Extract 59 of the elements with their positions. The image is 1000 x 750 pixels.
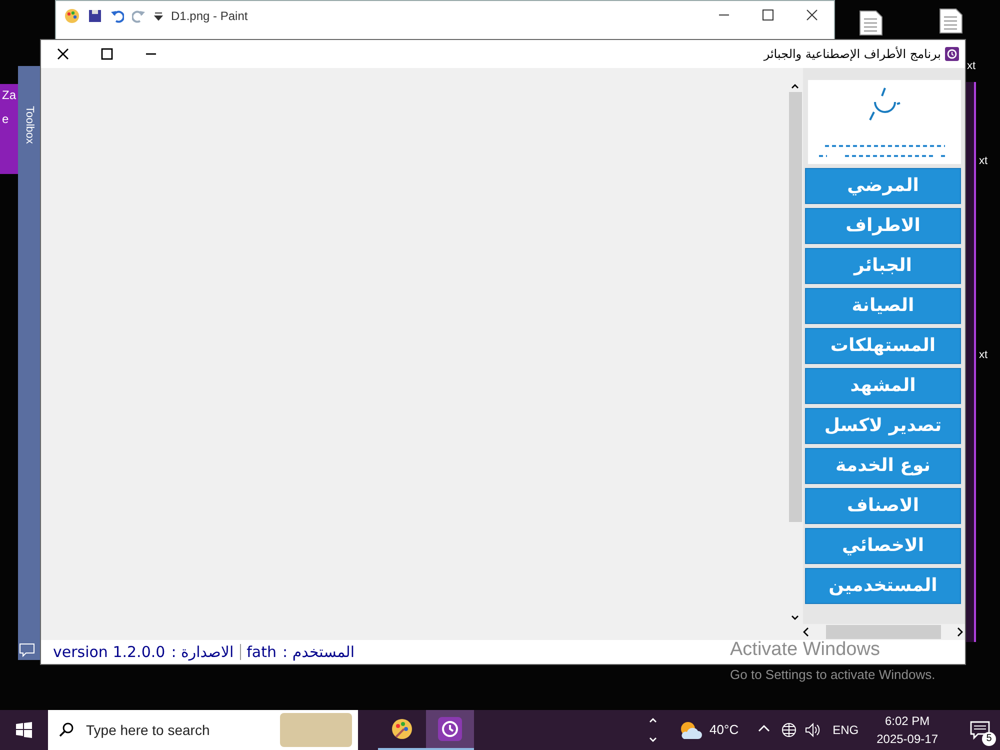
nav-button[interactable]: المرضي: [805, 168, 961, 204]
landscape-picture: [280, 713, 352, 747]
file-icon[interactable]: [858, 10, 884, 36]
clock-date[interactable]: 2025-09-17: [876, 730, 938, 748]
file-icon[interactable]: [938, 8, 964, 34]
message-icon: [970, 720, 990, 740]
search-icon: [58, 722, 74, 738]
comment-icon[interactable]: [19, 643, 35, 657]
window-fragment-text: Za: [2, 87, 16, 104]
nav-button[interactable]: المستخدمين: [805, 568, 961, 604]
nav-button[interactable]: الاخصائي: [805, 528, 961, 564]
globe-icon[interactable]: [780, 722, 797, 738]
scroll-left-icon[interactable]: [801, 626, 811, 638]
nav-button[interactable]: المشهد: [805, 368, 961, 404]
taskbar-app[interactable]: [426, 710, 474, 750]
clock-icon: [945, 47, 959, 61]
search-field[interactable]: Type here to search: [84, 718, 270, 742]
user-name: fath: [246, 642, 276, 663]
nav-button[interactable]: تصدير لاكسل: [805, 408, 961, 444]
close-icon: [56, 47, 70, 61]
notification-button[interactable]: 5: [960, 710, 1000, 750]
activation-text: Go to Settings to activate Windows.: [730, 666, 936, 684]
close-icon: [805, 8, 819, 22]
palette-icon[interactable]: [64, 8, 80, 24]
nav-button[interactable]: الصيانة: [805, 288, 961, 324]
desktop-icon-label: xt: [979, 154, 988, 169]
toolbox-label[interactable]: Toolbox: [20, 106, 38, 144]
desktop-icon-label: xt: [967, 59, 976, 74]
save-icon[interactable]: [88, 9, 102, 23]
caret-icon[interactable]: [154, 12, 163, 20]
clock-icon: [438, 717, 462, 741]
windows-icon: [15, 721, 33, 739]
activation-title: Activate Windows: [730, 638, 881, 662]
version-number: version 1.2.0.0: [53, 642, 166, 663]
version-label: الاصدارة :: [171, 642, 234, 663]
search-box[interactable]: Type here to search: [48, 710, 358, 750]
language-indicator[interactable]: ENG: [832, 721, 859, 739]
horizontal-scrollbar[interactable]: [801, 624, 965, 640]
nav-button[interactable]: الجبائر: [805, 248, 961, 284]
undo-icon[interactable]: [110, 9, 124, 23]
window-title: D1.png - Paint: [171, 8, 248, 25]
nav-button[interactable]: الاطراف: [805, 208, 961, 244]
window-title: برنامج الأطراف الإصطناعية والجبائر: [764, 46, 941, 63]
scroll-right-icon[interactable]: [955, 626, 965, 638]
nav-button[interactable]: المستهلكات: [805, 328, 961, 364]
minimize-icon: [144, 53, 158, 55]
maximize-icon: [100, 47, 114, 61]
user-label: المستخدم :: [282, 642, 354, 663]
speaker-icon[interactable]: [804, 722, 821, 738]
clock-time[interactable]: 6:02 PM: [884, 712, 930, 730]
nav-button[interactable]: نوع الخدمة: [805, 448, 961, 484]
desktop-icon-label: xt: [979, 348, 988, 363]
minimize-icon: [717, 14, 731, 16]
temperature[interactable]: 40°C: [710, 720, 739, 740]
notification-count: 5: [982, 732, 996, 746]
palette-icon: [390, 717, 414, 741]
window-fragment-text: e: [2, 111, 9, 128]
maximize-icon: [761, 8, 775, 22]
nav-button[interactable]: الاصناف: [805, 488, 961, 524]
